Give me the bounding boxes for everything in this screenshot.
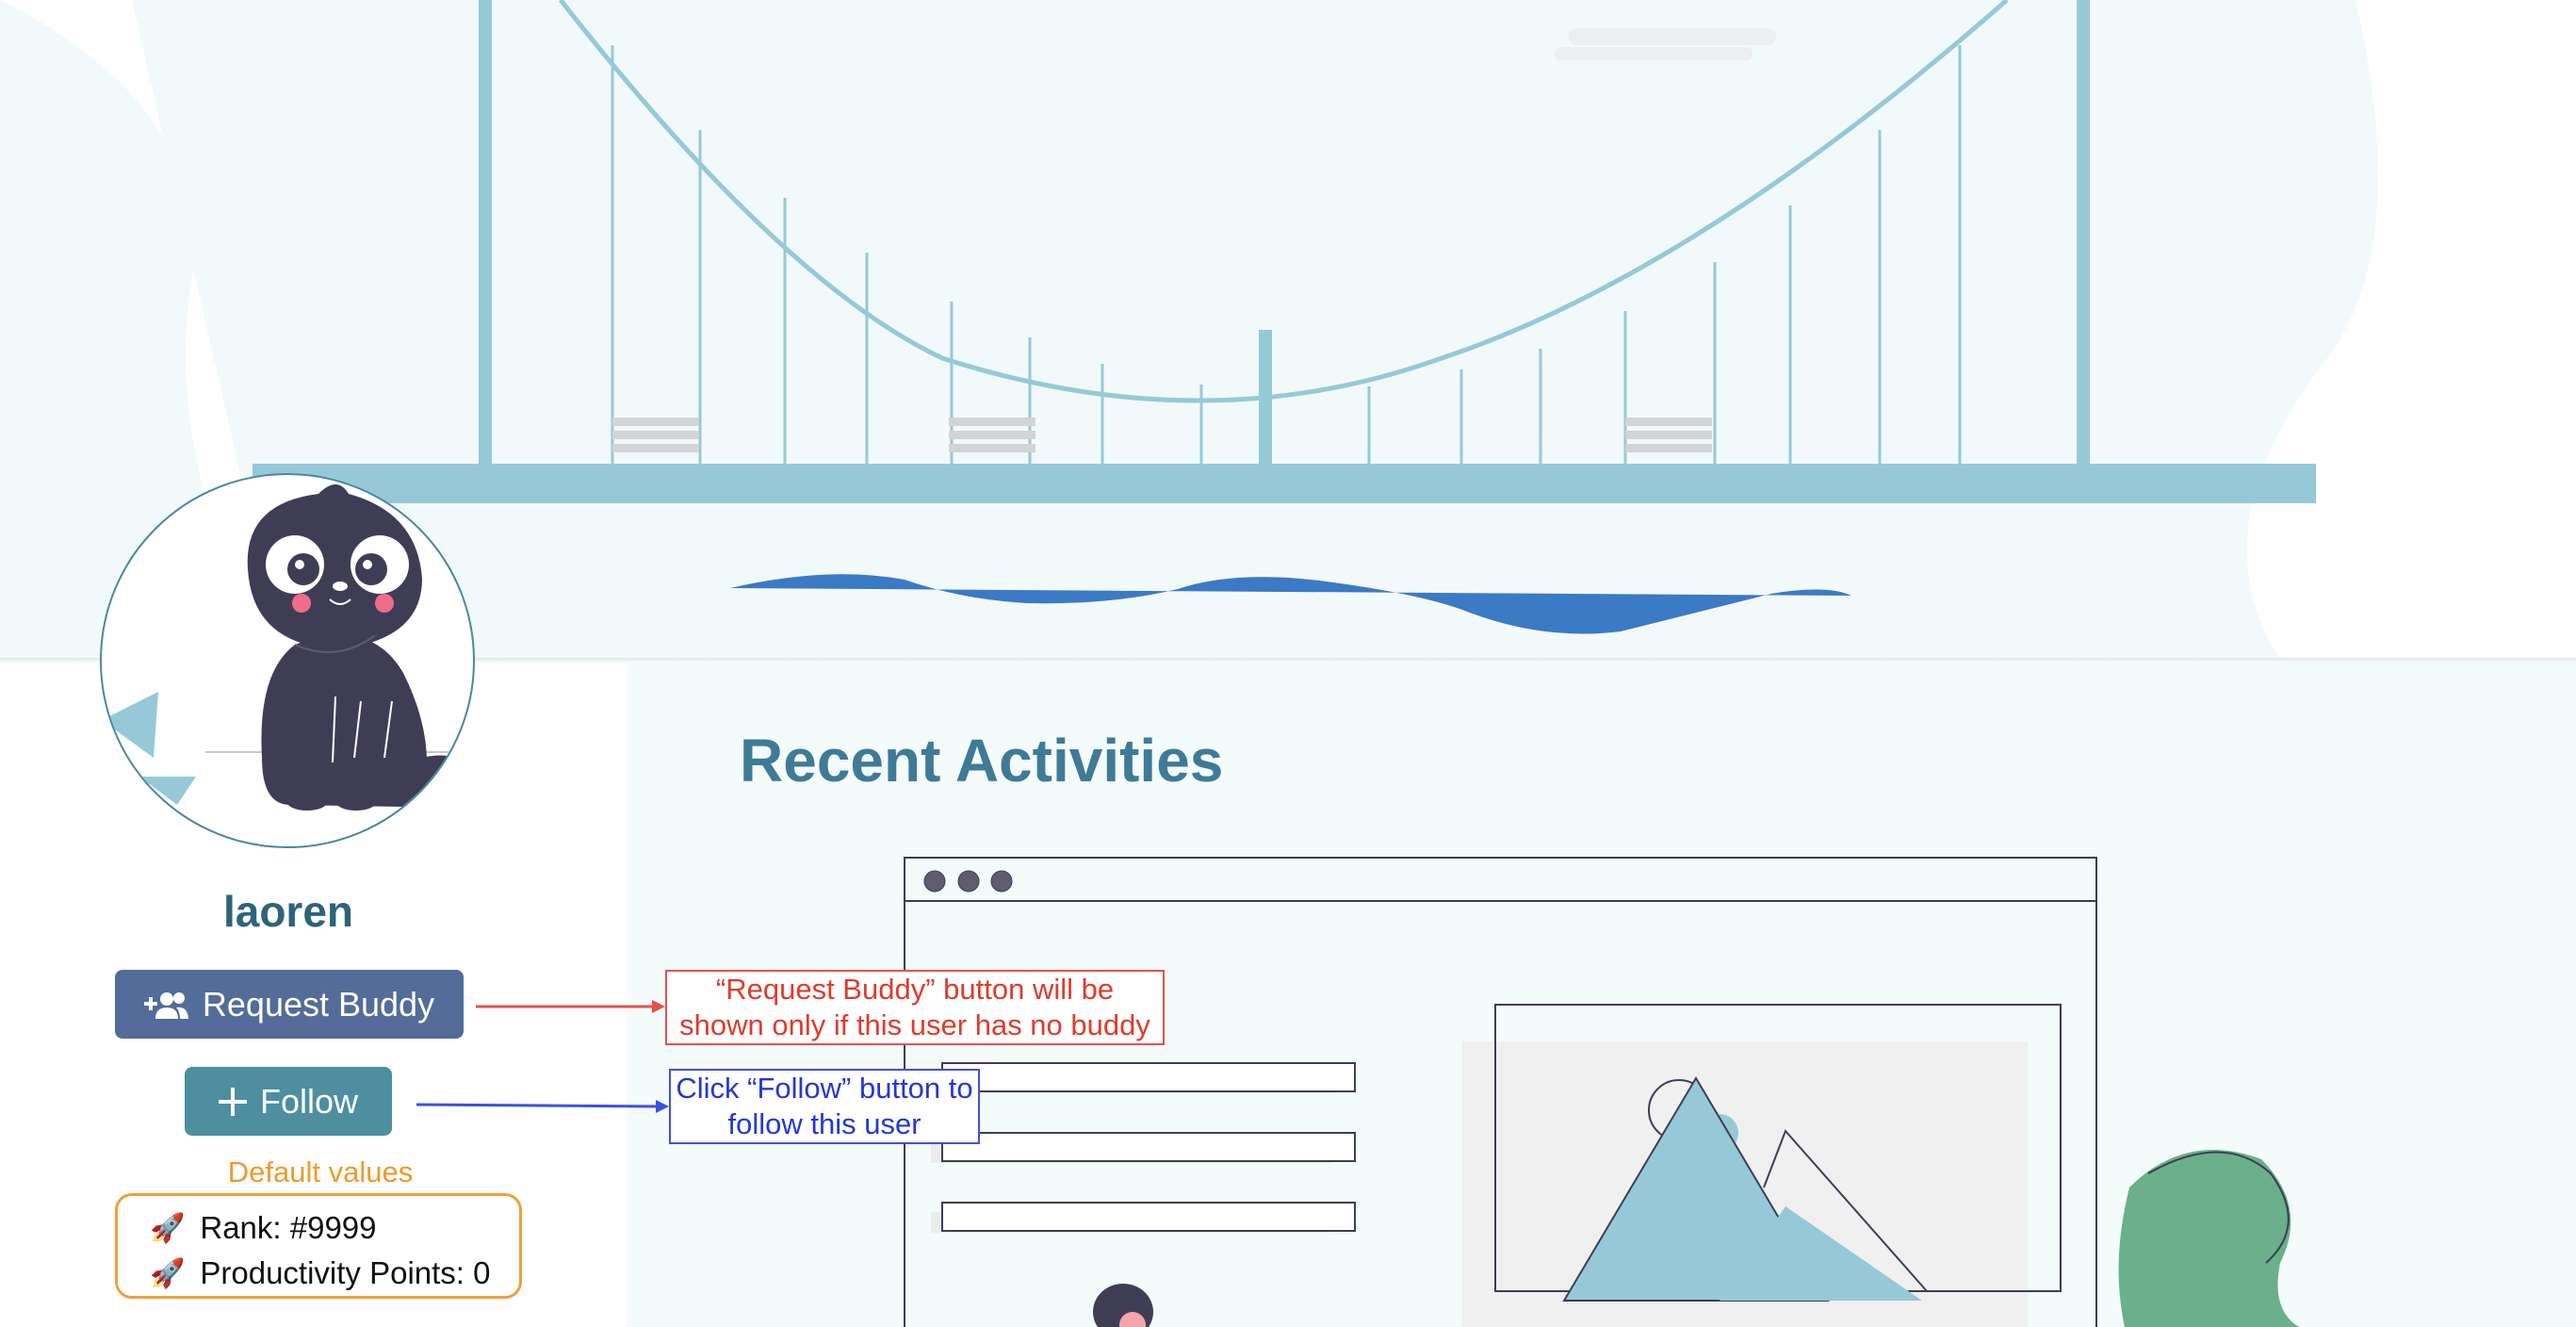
recent-activities-title: Recent Activities — [740, 727, 1224, 795]
follow-annotation: Click “Follow” button to follow this use… — [669, 1069, 980, 1144]
follow-button[interactable]: Follow — [185, 1067, 392, 1136]
request-buddy-button[interactable]: Request Buddy — [115, 970, 464, 1039]
follow-label: Follow — [259, 1081, 359, 1121]
plus-icon — [218, 1087, 247, 1116]
default-values-label: Default values — [227, 1155, 414, 1188]
points-value: Productivity Points: 0 — [200, 1255, 491, 1290]
cat-avatar-icon — [102, 484, 460, 811]
add-user-icon — [143, 991, 188, 1019]
points-row: 🚀 Productivity Points: 0 — [150, 1251, 519, 1296]
empty-activities-illustration — [904, 857, 2299, 1327]
request-buddy-annotation: “Request Buddy” button will be shown onl… — [665, 970, 1165, 1045]
user-avatar[interactable] — [100, 473, 475, 848]
request-buddy-label: Request Buddy — [202, 984, 435, 1024]
profile-username: laoren — [222, 887, 354, 936]
rocket-icon: 🚀 — [150, 1257, 186, 1289]
rocket-icon: 🚀 — [150, 1212, 186, 1244]
user-stats: 🚀 Rank: #9999 🚀 Productivity Points: 0 — [115, 1193, 522, 1299]
rank-value: Rank: #9999 — [200, 1210, 377, 1245]
rank-row: 🚀 Rank: #9999 — [150, 1205, 519, 1251]
